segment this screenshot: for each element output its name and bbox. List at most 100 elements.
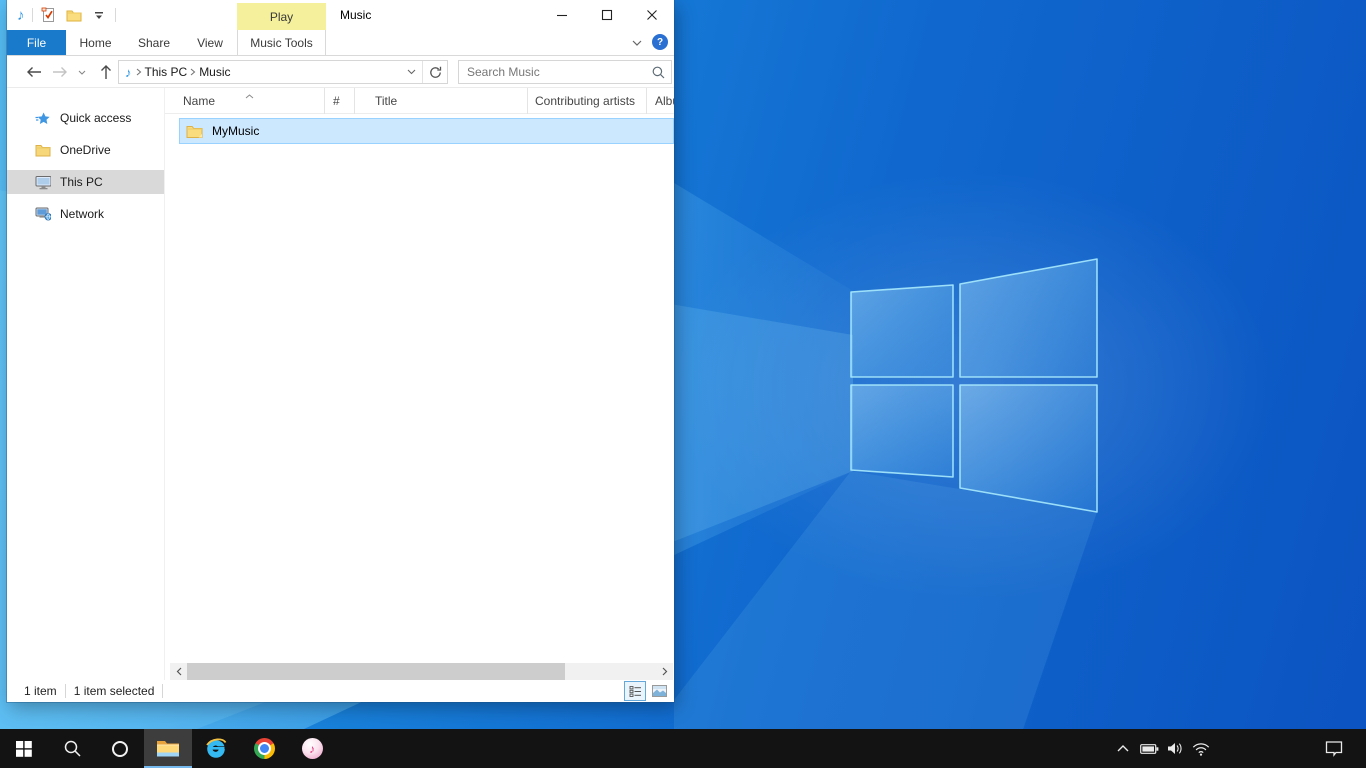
- toolbar-separator: [115, 8, 116, 22]
- sidebar-item-label: Network: [60, 207, 104, 221]
- taskbar-spacer: [336, 729, 1110, 768]
- quick-access-toolbar: ♪: [17, 0, 116, 30]
- contextual-header-label: Play: [270, 10, 293, 24]
- column-label: Name: [183, 94, 215, 108]
- status-separator: [162, 684, 163, 698]
- column-label: #: [333, 94, 340, 108]
- sort-ascending-caret-icon: [245, 88, 254, 102]
- refresh-icon[interactable]: [423, 61, 447, 83]
- column-header-contributing-artists[interactable]: Contributing artists: [528, 88, 647, 114]
- taskbar-internet-explorer-button[interactable]: [192, 729, 240, 768]
- app-music-note-icon: ♪: [17, 8, 25, 23]
- onedrive-folder-icon: [35, 143, 51, 157]
- horizontal-scrollbar[interactable]: [170, 663, 673, 680]
- new-folder-icon[interactable]: [65, 5, 83, 25]
- hidden-icons-chevron[interactable]: [1110, 729, 1136, 768]
- thumbnail-view-button[interactable]: [648, 681, 670, 701]
- window-title: Music: [340, 0, 371, 30]
- start-button[interactable]: [0, 729, 48, 768]
- scroll-right-arrow[interactable]: [656, 663, 673, 680]
- status-separator: [65, 684, 66, 698]
- help-label: ?: [657, 37, 663, 48]
- taskbar: ♪: [0, 729, 1366, 768]
- toolbar-separator: [32, 8, 33, 22]
- cortana-button[interactable]: [96, 729, 144, 768]
- sidebar-item-network[interactable]: Network: [7, 202, 164, 226]
- tab-music-tools[interactable]: Music Tools: [237, 30, 326, 55]
- column-header-name[interactable]: Name: [165, 88, 325, 114]
- battery-icon[interactable]: [1136, 729, 1162, 768]
- taskbar-search-button[interactable]: [48, 729, 96, 768]
- address-bar[interactable]: ♪ This PC Music: [118, 60, 448, 84]
- tab-home[interactable]: Home: [66, 30, 125, 55]
- breadcrumb-this-pc[interactable]: This PC: [142, 65, 191, 79]
- this-pc-monitor-icon: [35, 175, 51, 190]
- scrollbar-thumb[interactable]: [187, 663, 565, 680]
- tab-view[interactable]: View: [183, 30, 237, 55]
- scrollbar-track[interactable]: [187, 663, 656, 680]
- search-magnifier-icon[interactable]: [645, 66, 671, 79]
- tab-file-label: File: [27, 36, 46, 50]
- column-header-album[interactable]: Album: [647, 88, 674, 114]
- column-label: Contributing artists: [535, 94, 635, 108]
- tray-empty-space: [1214, 729, 1314, 768]
- tab-share-label: Share: [138, 36, 170, 50]
- view-toggle-group: [624, 681, 670, 701]
- selection-count: 1 item selected: [74, 684, 155, 698]
- navigation-bar: ♪ This PC Music: [7, 56, 674, 88]
- address-dropdown-chevron-icon[interactable]: [400, 61, 422, 83]
- wifi-icon[interactable]: [1188, 729, 1214, 768]
- folder-icon: [186, 124, 203, 138]
- sidebar-item-this-pc[interactable]: This PC: [7, 170, 164, 194]
- address-music-note-icon: ♪: [119, 66, 136, 79]
- tab-music-tools-label: Music Tools: [250, 36, 312, 50]
- sidebar-item-label: Quick access: [60, 111, 131, 125]
- title-bar[interactable]: ♪ Play Music: [7, 0, 674, 30]
- column-header-number[interactable]: #: [325, 88, 355, 114]
- details-view-button[interactable]: [624, 681, 646, 701]
- tab-view-label: View: [197, 36, 223, 50]
- sidebar-item-quick-access[interactable]: Quick access: [7, 106, 164, 130]
- forward-button[interactable]: [51, 56, 69, 88]
- internet-explorer-icon: [204, 737, 228, 761]
- maximize-button[interactable]: [584, 0, 629, 30]
- column-label: Album: [655, 94, 674, 108]
- action-center-icon[interactable]: [1314, 729, 1354, 768]
- breadcrumb-music[interactable]: Music: [196, 65, 233, 79]
- column-header-title[interactable]: Title: [355, 88, 528, 114]
- file-list-pane: Name # Title Contributing artists Album …: [165, 88, 674, 680]
- tab-share[interactable]: Share: [125, 30, 183, 55]
- scroll-left-arrow[interactable]: [170, 663, 187, 680]
- sidebar-item-label: This PC: [60, 175, 103, 189]
- expand-ribbon-chevron-icon[interactable]: [630, 36, 644, 50]
- itunes-icon: ♪: [302, 738, 323, 759]
- properties-icon[interactable]: [40, 5, 58, 25]
- search-input[interactable]: [459, 65, 645, 79]
- file-name: MyMusic: [212, 124, 259, 138]
- navigation-pane: Quick access OneDrive This PC Network: [7, 88, 165, 680]
- network-computer-icon: [35, 207, 51, 221]
- taskbar-file-explorer-button[interactable]: [144, 729, 192, 768]
- chrome-icon: [254, 738, 275, 759]
- contextual-tab-header[interactable]: Play: [237, 3, 326, 30]
- status-bar: 1 item 1 item selected: [7, 680, 674, 702]
- customize-toolbar-caret[interactable]: [90, 5, 108, 25]
- volume-icon[interactable]: [1162, 729, 1188, 768]
- taskbar-itunes-button[interactable]: ♪: [288, 729, 336, 768]
- tab-home-label: Home: [79, 36, 111, 50]
- back-button[interactable]: [25, 56, 43, 88]
- close-button[interactable]: [629, 0, 674, 30]
- taskbar-chrome-button[interactable]: [240, 729, 288, 768]
- search-box[interactable]: [458, 60, 672, 84]
- up-button[interactable]: [97, 56, 115, 88]
- column-header-row: Name # Title Contributing artists Album: [165, 88, 674, 114]
- file-row-mymusic[interactable]: MyMusic: [179, 118, 674, 144]
- minimize-button[interactable]: [539, 0, 584, 30]
- ribbon-tab-row: File Home Share View Music Tools ?: [7, 30, 674, 56]
- item-count: 1 item: [24, 684, 57, 698]
- recent-locations-chevron-icon[interactable]: [76, 56, 88, 88]
- tab-file[interactable]: File: [7, 30, 66, 55]
- column-label: Title: [375, 94, 397, 108]
- sidebar-item-onedrive[interactable]: OneDrive: [7, 138, 164, 162]
- help-button[interactable]: ?: [652, 34, 668, 50]
